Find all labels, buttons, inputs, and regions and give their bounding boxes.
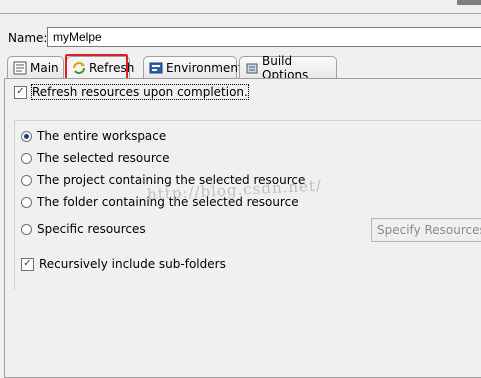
- name-label: Name:: [8, 31, 48, 45]
- tab-environment-label: Environment: [166, 60, 243, 75]
- environment-tab-icon: [149, 61, 163, 75]
- radio-button[interactable]: [21, 223, 32, 235]
- radio-label: Specific resources: [37, 222, 146, 236]
- radio-button[interactable]: [21, 174, 32, 186]
- refresh-on-completion-checkbox-row[interactable]: ✓ Refresh resources upon completion.: [14, 84, 249, 100]
- radio-label: The entire workspace: [37, 129, 167, 143]
- radio-button[interactable]: [21, 196, 32, 208]
- tab-build-options[interactable]: Build Options: [239, 54, 337, 82]
- radio-selected-resource[interactable]: The selected resource: [21, 151, 170, 165]
- top-right-edge: [457, 0, 481, 5]
- name-input[interactable]: [47, 27, 481, 47]
- recursive-checkbox-row[interactable]: ✓ Recursively include sub-folders: [21, 257, 226, 271]
- radio-specific-resources[interactable]: Specific resources: [21, 222, 146, 236]
- specify-resources-button[interactable]: Specify Resources: [371, 218, 481, 242]
- radio-button-selected[interactable]: [21, 130, 32, 142]
- tab-main[interactable]: Main: [7, 56, 64, 78]
- refresh-on-completion-label: Refresh resources upon completion.: [31, 84, 249, 100]
- build-options-tab-icon: [245, 61, 259, 75]
- radio-button[interactable]: [21, 152, 32, 164]
- recursive-checkbox[interactable]: ✓: [21, 257, 34, 271]
- highlight-box: [65, 54, 128, 81]
- radio-label: The selected resource: [37, 151, 170, 165]
- main-tab-icon: [13, 61, 27, 75]
- tab-environment[interactable]: Environment: [143, 56, 243, 78]
- radio-entire-workspace[interactable]: The entire workspace: [21, 129, 166, 143]
- recursive-label: Recursively include sub-folders: [39, 257, 226, 271]
- refresh-on-completion-checkbox[interactable]: ✓: [14, 85, 27, 99]
- window-top-bar: [0, 0, 481, 14]
- tab-main-label: Main: [30, 60, 59, 75]
